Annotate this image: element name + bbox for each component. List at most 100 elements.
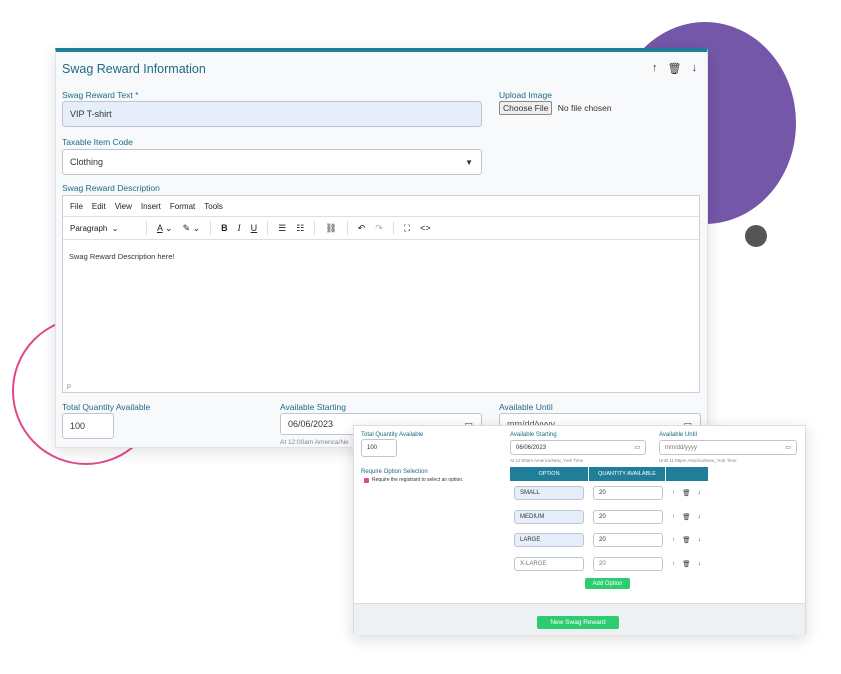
card-actions: ↑ 🗑 ↓ (652, 62, 697, 75)
arrow-down-icon[interactable]: ↓ (698, 560, 701, 568)
avail-start-label: Available Starting (280, 402, 346, 412)
arrow-up-icon[interactable]: ↑ (672, 560, 675, 568)
arrow-down-icon[interactable]: ↓ (698, 536, 701, 544)
option-name-input[interactable]: SMALL (514, 486, 584, 500)
file-input[interactable]: Choose File No file chosen (499, 101, 612, 115)
italic-icon[interactable]: I (238, 223, 241, 233)
add-option-button[interactable]: Add Option (585, 578, 630, 589)
popup-avail-start-input[interactable]: 06/06/2023 ▭ (510, 440, 646, 455)
new-swag-reward-button[interactable]: New Swag Reward (537, 616, 619, 629)
option-qty: 20 (599, 537, 606, 543)
option-name: MEDIUM (520, 514, 545, 520)
popup-avail-until-input[interactable]: mm/dd/yyyy ▭ (659, 440, 797, 455)
menu-view[interactable]: View (115, 202, 132, 211)
option-qty-input[interactable]: 20 (593, 533, 663, 547)
popup-avail-start-note: At 12:00am America/New_York Time (510, 458, 584, 463)
taxable-select[interactable]: Clothing ▼ (62, 149, 482, 175)
col-actions-header (666, 467, 708, 481)
bullet-list-icon[interactable]: ☰ (278, 223, 286, 234)
total-qty-value: 100 (70, 421, 86, 431)
total-qty-label: Total Quantity Available (62, 402, 151, 412)
option-name-input[interactable]: X-LARGE (514, 557, 584, 571)
arrow-up-icon[interactable]: ↑ (652, 62, 658, 75)
decorative-gray-dot (745, 225, 767, 247)
popup-avail-until-placeholder: mm/dd/yyyy (665, 444, 698, 451)
rich-text-editor[interactable]: File Edit View Insert Format Tools Parag… (62, 195, 700, 393)
text-color-icon[interactable]: A ⌄ (157, 223, 173, 234)
reward-text-value: VIP T-shirt (70, 109, 112, 119)
taxable-value: Clothing (70, 157, 104, 167)
calendar-icon[interactable]: ▭ (785, 444, 791, 451)
menu-tools[interactable]: Tools (204, 202, 223, 211)
taxable-label: Taxable Item Code (62, 137, 133, 147)
choose-file-button[interactable]: Choose File (499, 101, 553, 115)
editor-menubar: File Edit View Insert Format Tools (63, 196, 699, 217)
no-file-text: No file chosen (557, 103, 612, 113)
underline-icon[interactable]: U (251, 223, 258, 233)
reward-text-input[interactable]: VIP T-shirt (62, 101, 482, 127)
toolbar-separator (267, 221, 269, 235)
option-row-actions: ↑ 🗑 ↓ (672, 489, 701, 497)
popup-total-qty-label: Total Quantity Available (361, 432, 424, 438)
popup-avail-until-label: Available Until (659, 432, 697, 438)
option-name: X-LARGE (520, 561, 547, 567)
col-option-header: OPTION (510, 467, 588, 481)
toolbar-separator (314, 221, 316, 235)
arrow-up-icon[interactable]: ↑ (672, 513, 675, 521)
bold-icon[interactable]: B (221, 223, 228, 233)
option-name-input[interactable]: MEDIUM (514, 510, 584, 524)
option-qty-input[interactable]: 20 (593, 557, 663, 571)
editor-toolbar: Paragraph ⌄ A ⌄ ✎ ⌄ B I U ☰ ☷ ⛓ ↶ ↷ ⛶ <> (63, 217, 699, 240)
popup-total-qty-input[interactable]: 100 (361, 439, 397, 457)
toolbar-separator (146, 221, 147, 235)
option-name-input[interactable]: LARGE (514, 533, 584, 547)
option-row-actions: ↑ 🗑 ↓ (672, 513, 701, 521)
paragraph-select[interactable]: Paragraph ⌄ (70, 224, 136, 233)
editor-content[interactable]: Swag Reward Description here! (63, 240, 699, 273)
trash-icon[interactable]: 🗑 (682, 513, 690, 521)
option-qty-input[interactable]: 20 (593, 510, 663, 524)
option-row-actions: ↑ 🗑 ↓ (672, 536, 701, 544)
fullscreen-icon[interactable]: ⛶ (404, 223, 410, 234)
trash-icon[interactable]: 🗑 (682, 560, 690, 568)
redo-icon[interactable]: ↷ (375, 223, 383, 234)
option-qty-input[interactable]: 20 (593, 486, 663, 500)
option-qty: 20 (599, 561, 606, 567)
arrow-down-icon[interactable]: ↓ (698, 489, 701, 497)
popup-avail-start-value: 06/06/2023 (516, 444, 547, 451)
arrow-up-icon[interactable]: ↑ (672, 536, 675, 544)
arrow-down-icon[interactable]: ↓ (692, 62, 698, 75)
menu-file[interactable]: File (70, 202, 83, 211)
calendar-icon[interactable]: ▭ (634, 444, 640, 451)
popup-footer: New Swag Reward (354, 603, 805, 635)
require-option-label: Require Option Selection (361, 469, 428, 475)
trash-icon[interactable]: 🗑 (668, 62, 682, 75)
paragraph-label: Paragraph (70, 223, 108, 233)
popup-avail-until-note: Until 11:59pm America/New_York Time (659, 458, 737, 463)
toolbar-separator (392, 221, 394, 235)
link-icon[interactable]: ⛓ (325, 223, 336, 234)
arrow-down-icon[interactable]: ↓ (698, 513, 701, 521)
arrow-up-icon[interactable]: ↑ (672, 489, 675, 497)
reward-text-label: Swag Reward Text * (62, 90, 139, 100)
popup-avail-start-label: Available Starting (510, 432, 557, 438)
numbered-list-icon[interactable]: ☷ (296, 223, 304, 234)
swag-reward-card: Swag Reward Information ↑ 🗑 ↓ Swag Rewar… (55, 48, 708, 448)
require-checkbox[interactable] (364, 477, 369, 483)
total-qty-input[interactable]: 100 (62, 413, 114, 439)
card-title: Swag Reward Information (62, 62, 206, 76)
trash-icon[interactable]: 🗑 (682, 489, 690, 497)
highlight-icon[interactable]: ✎ ⌄ (183, 223, 201, 234)
undo-icon[interactable]: ↶ (358, 223, 366, 234)
caret-down-icon: ▼ (465, 157, 473, 167)
upload-image-label: Upload Image (499, 90, 552, 100)
menu-format[interactable]: Format (170, 202, 195, 211)
require-option-checkbox-row[interactable]: Require the registrant to select an opti… (364, 477, 463, 483)
option-name: LARGE (520, 537, 541, 543)
option-qty: 20 (599, 490, 606, 496)
source-code-icon[interactable]: <> (420, 223, 431, 233)
menu-edit[interactable]: Edit (92, 202, 106, 211)
menu-insert[interactable]: Insert (141, 202, 161, 211)
trash-icon[interactable]: 🗑 (682, 536, 690, 544)
avail-until-label: Available Until (499, 402, 553, 412)
